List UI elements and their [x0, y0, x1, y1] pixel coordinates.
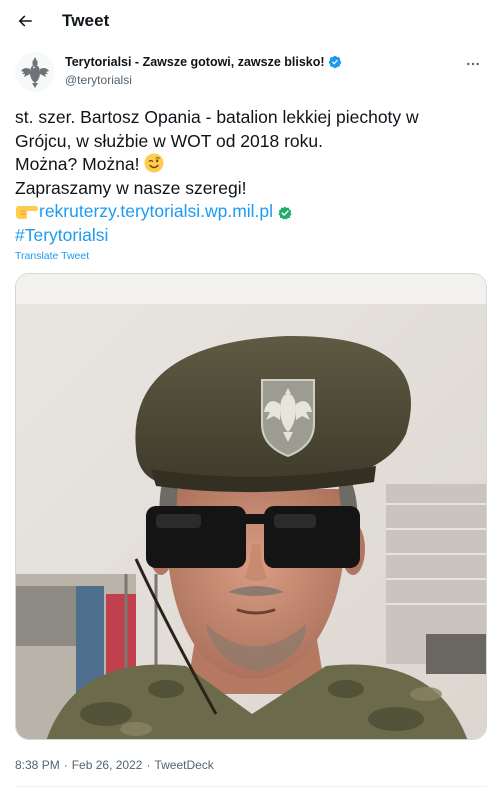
separator-dot: · [146, 758, 151, 772]
more-dots-icon [467, 62, 479, 66]
separator-dot: · [63, 758, 68, 772]
verified-badge-icon [328, 55, 342, 69]
back-button[interactable] [10, 6, 40, 36]
tweet-time[interactable]: 8:38 PM [15, 758, 60, 772]
tweet-text-line: Można? Można! [15, 153, 490, 177]
translate-tweet-link[interactable]: Translate Tweet [15, 250, 89, 262]
tweet-link-line: rekruterzy.terytorialsi.wp.mil.pl [15, 200, 490, 224]
divider [15, 786, 487, 787]
tweet-text: st. szer. Bartosz Opania - batalion lekk… [15, 106, 490, 247]
tweet-date[interactable]: Feb 26, 2022 [72, 758, 143, 772]
hashtag-link[interactable]: #Terytorialsi [15, 225, 108, 245]
display-name[interactable]: Terytorialsi - Zawsze gotowi, zawsze bli… [65, 55, 325, 69]
tweet-text-segment: Można? Można! [15, 154, 140, 174]
tweet-author: Terytorialsi - Zawsze gotowi, zawsze bli… [15, 50, 487, 96]
tweet-text-line: Grójcu, w służbie w WOT od 2018 roku. [15, 130, 323, 151]
arrow-left-icon [18, 15, 32, 27]
page-title: Tweet [62, 11, 110, 30]
more-button[interactable] [459, 50, 487, 78]
tweet-metadata: 8:38 PM · Feb 26, 2022 · TweetDeck [15, 758, 214, 772]
check-badge-icon [278, 206, 292, 220]
soldier-selfie-photo [16, 274, 486, 739]
tweet-link[interactable]: rekruterzy.terytorialsi.wp.mil.pl [39, 201, 273, 221]
avatar[interactable] [15, 52, 55, 92]
tweet-photo[interactable] [15, 273, 487, 740]
backhand-index-pointing-right-emoji [16, 206, 38, 219]
tweet-hashtag-line: #Terytorialsi [15, 224, 490, 248]
tweet-text-line: Zapraszamy w nasze szeregi! [15, 177, 247, 198]
user-handle[interactable]: @terytorialsi [65, 73, 132, 87]
tweet-text-line: st. szer. Bartosz Opania - batalion lekk… [15, 107, 419, 127]
polish-eagle-emblem-icon [21, 57, 49, 88]
display-name-row[interactable]: Terytorialsi - Zawsze gotowi, zawsze bli… [65, 55, 342, 69]
tweet-source[interactable]: TweetDeck [154, 758, 213, 772]
winking-face-emoji [144, 153, 164, 173]
top-bar: Tweet [0, 0, 502, 42]
